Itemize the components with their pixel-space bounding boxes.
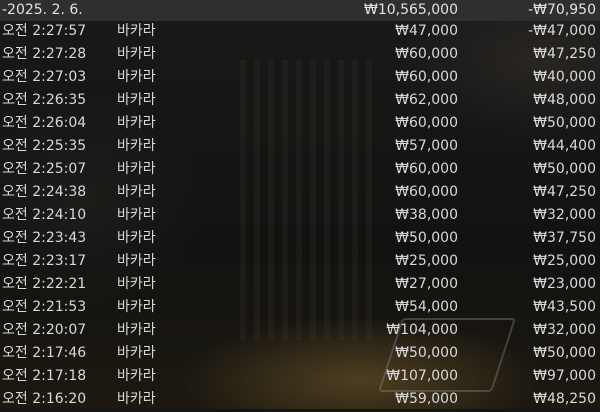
- history-row[interactable]: 오전 2:24:38 바카라 ₩60,000 ₩47,250: [0, 182, 600, 205]
- row-bet-amount: ₩104,000: [386, 322, 458, 338]
- row-game: 바카라: [117, 345, 156, 361]
- row-time: 오전 2:22:21: [2, 276, 87, 292]
- row-time: 오전 2:17:18: [2, 368, 87, 384]
- row-game: 바카라: [117, 115, 156, 131]
- row-time: 오전 2:24:10: [2, 207, 87, 223]
- group-total-bet: ₩10,565,000: [363, 2, 458, 18]
- row-bet-amount: ₩60,000: [395, 161, 458, 177]
- row-time: 오전 2:24:38: [2, 184, 87, 200]
- row-bet-amount: ₩50,000: [395, 345, 458, 361]
- row-bet-amount: ₩107,000: [386, 368, 458, 384]
- history-row[interactable]: 오전 2:17:46 바카라 ₩50,000 ₩50,000: [0, 343, 600, 366]
- row-result-amount: -₩47,000: [528, 23, 596, 39]
- history-row[interactable]: 오전 2:20:07 바카라 ₩104,000 ₩32,000: [0, 320, 600, 343]
- history-rows: 오전 2:27:57 바카라 ₩47,000 -₩47,000 오전 2:27:28 바카…: [0, 21, 600, 412]
- row-bet-amount: ₩25,000: [395, 253, 458, 269]
- history-row[interactable]: 오전 2:26:04 바카라 ₩60,000 ₩50,000: [0, 113, 600, 136]
- row-game: 바카라: [117, 92, 156, 108]
- row-time: 오전 2:20:07: [2, 322, 87, 338]
- history-row[interactable]: 오전 2:27:57 바카라 ₩47,000 -₩47,000: [0, 21, 600, 44]
- history-row[interactable]: 오전 2:25:07 바카라 ₩60,000 ₩50,000: [0, 159, 600, 182]
- row-bet-amount: ₩27,000: [395, 276, 458, 292]
- row-time: 오전 2:17:46: [2, 345, 87, 361]
- history-row[interactable]: 오전 2:26:35 바카라 ₩62,000 ₩48,000: [0, 90, 600, 113]
- group-total-result: -₩70,950: [528, 2, 596, 18]
- row-result-amount: ₩48,000: [533, 92, 596, 108]
- history-row[interactable]: 오전 2:17:18 바카라 ₩107,000 ₩97,000: [0, 366, 600, 389]
- row-time: 오전 2:27:28: [2, 46, 87, 62]
- row-game: 바카라: [117, 230, 156, 246]
- row-bet-amount: ₩59,000: [395, 391, 458, 407]
- row-result-amount: ₩37,750: [533, 230, 596, 246]
- row-time: 오전 2:23:17: [2, 253, 87, 269]
- history-row[interactable]: 오전 2:27:28 바카라 ₩60,000 ₩47,250: [0, 44, 600, 67]
- row-game: 바카라: [117, 184, 156, 200]
- row-result-amount: ₩50,000: [533, 115, 596, 131]
- row-result-amount: ₩50,000: [533, 345, 596, 361]
- row-game: 바카라: [117, 69, 156, 85]
- row-result-amount: ₩40,000: [533, 69, 596, 85]
- group-date: -2025. 2. 6.: [2, 2, 83, 18]
- history-row[interactable]: 오전 2:27:03 바카라 ₩60,000 ₩40,000: [0, 67, 600, 90]
- row-result-amount: ₩47,250: [533, 46, 596, 62]
- history-row[interactable]: 오전 2:21:53 바카라 ₩54,000 ₩43,500: [0, 297, 600, 320]
- row-time: 오전 2:21:53: [2, 299, 87, 315]
- row-game: 바카라: [117, 161, 156, 177]
- row-time: 오전 2:25:35: [2, 138, 87, 154]
- row-bet-amount: ₩60,000: [395, 184, 458, 200]
- row-result-amount: ₩97,000: [533, 368, 596, 384]
- row-bet-amount: ₩57,000: [395, 138, 458, 154]
- date-group-header[interactable]: -2025. 2. 6. ₩10,565,000 -₩70,950: [0, 0, 600, 21]
- row-game: 바카라: [117, 23, 156, 39]
- row-game: 바카라: [117, 391, 156, 407]
- row-bet-amount: ₩47,000: [395, 23, 458, 39]
- row-time: 오전 2:26:04: [2, 115, 87, 131]
- row-game: 바카라: [117, 276, 156, 292]
- row-game: 바카라: [117, 46, 156, 62]
- row-time: 오전 2:16:20: [2, 391, 87, 407]
- row-time: 오전 2:27:03: [2, 69, 87, 85]
- row-result-amount: ₩43,500: [533, 299, 596, 315]
- row-bet-amount: ₩62,000: [395, 92, 458, 108]
- row-bet-amount: ₩54,000: [395, 299, 458, 315]
- history-row[interactable]: 오전 2:23:17 바카라 ₩25,000 ₩25,000: [0, 251, 600, 274]
- row-bet-amount: ₩60,000: [395, 46, 458, 62]
- row-game: 바카라: [117, 207, 156, 223]
- row-time: 오전 2:27:57: [2, 23, 87, 39]
- row-result-amount: ₩48,250: [533, 391, 596, 407]
- row-result-amount: ₩44,400: [533, 138, 596, 154]
- history-row[interactable]: 오전 2:25:35 바카라 ₩57,000 ₩44,400: [0, 136, 600, 159]
- row-result-amount: ₩50,000: [533, 161, 596, 177]
- bet-history-list: -2025. 2. 6. ₩10,565,000 -₩70,950 오전 2:2…: [0, 0, 600, 412]
- row-game: 바카라: [117, 138, 156, 154]
- row-time: 오전 2:25:07: [2, 161, 87, 177]
- row-time: 오전 2:26:35: [2, 92, 87, 108]
- row-game: 바카라: [117, 253, 156, 269]
- row-game: 바카라: [117, 368, 156, 384]
- history-row[interactable]: 오전 2:23:43 바카라 ₩50,000 ₩37,750: [0, 228, 600, 251]
- row-bet-amount: ₩38,000: [395, 207, 458, 223]
- row-result-amount: ₩32,000: [533, 322, 596, 338]
- row-result-amount: ₩25,000: [533, 253, 596, 269]
- row-result-amount: ₩47,250: [533, 184, 596, 200]
- history-row[interactable]: 오전 2:24:10 바카라 ₩38,000 ₩32,000: [0, 205, 600, 228]
- row-time: 오전 2:23:43: [2, 230, 87, 246]
- row-game: 바카라: [117, 299, 156, 315]
- row-game: 바카라: [117, 322, 156, 338]
- row-bet-amount: ₩60,000: [395, 115, 458, 131]
- history-row[interactable]: 오전 2:22:21 바카라 ₩27,000 ₩23,000: [0, 274, 600, 297]
- row-result-amount: ₩32,000: [533, 207, 596, 223]
- row-bet-amount: ₩50,000: [395, 230, 458, 246]
- row-result-amount: ₩23,000: [533, 276, 596, 292]
- row-bet-amount: ₩60,000: [395, 69, 458, 85]
